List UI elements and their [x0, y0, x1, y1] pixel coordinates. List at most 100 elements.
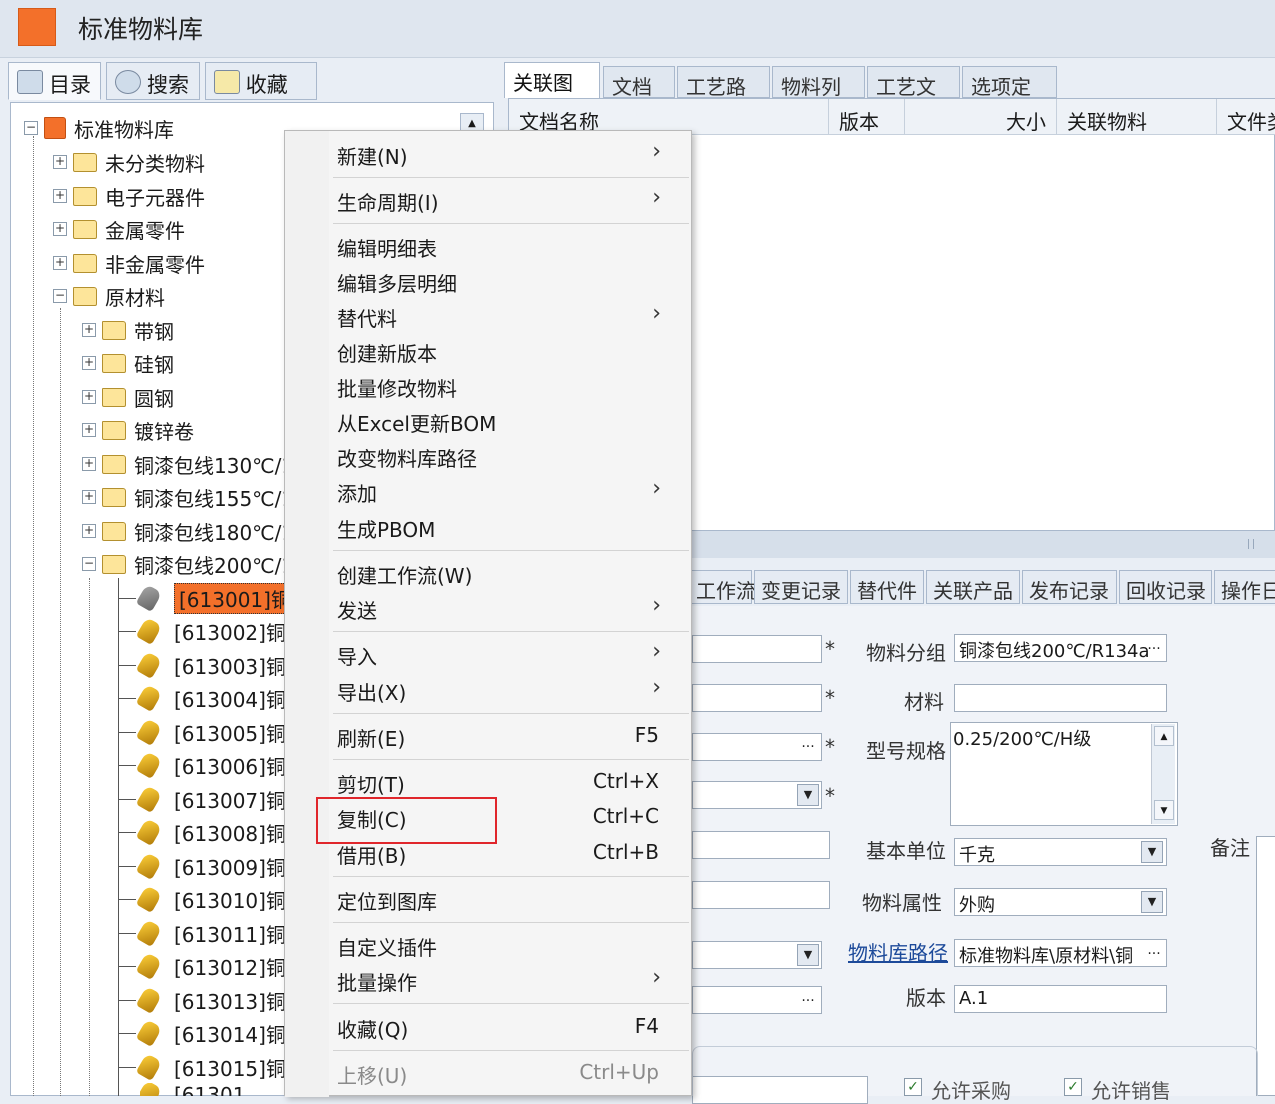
menu-item-locate[interactable]: 定位到图库 — [333, 882, 673, 916]
expand-icon[interactable]: + — [82, 356, 96, 370]
tab-option-definition[interactable]: 选项定义 — [962, 66, 1057, 128]
tab-material-list[interactable]: 物料列表 — [772, 66, 865, 128]
library-path-field[interactable]: 标准物料库\原材料\铜 — [954, 939, 1167, 967]
tree-item[interactable]: [613011]铜漆 — [135, 918, 306, 948]
code-field[interactable] — [692, 635, 822, 663]
tree-item[interactable]: [613008]铜漆 — [135, 817, 306, 847]
expand-icon[interactable]: + — [82, 457, 96, 471]
tree-node-galvanized-coil[interactable]: + 镀锌卷 — [82, 415, 194, 445]
menu-item-change-path[interactable]: 改变物料库路径 — [333, 439, 673, 473]
tree-item[interactable]: [613013]铜漆 — [135, 985, 306, 1015]
menu-item-edit-bom[interactable]: 编辑明细表 — [333, 229, 673, 263]
tree-node-nonmetal-parts[interactable]: + 非金属零件 — [53, 248, 205, 278]
library-path-link[interactable]: 物料库路径 — [848, 937, 948, 966]
name-field[interactable] — [692, 684, 822, 712]
tree-node-enameled-wire-200[interactable]: − 铜漆包线200℃/1 — [82, 549, 294, 579]
tab-favorites[interactable]: 收藏夹 — [205, 62, 317, 127]
expand-icon[interactable]: + — [82, 423, 96, 437]
tree-node-metal-parts[interactable]: + 金属零件 — [53, 214, 185, 244]
tab-process-route[interactable]: 工艺路线 — [677, 66, 770, 128]
expand-icon[interactable]: + — [53, 256, 67, 270]
browse-button[interactable]: ... — [1143, 638, 1165, 660]
menu-item-new[interactable]: 新建(N) › — [333, 137, 673, 171]
chevron-down-icon[interactable]: ▼ — [1141, 891, 1163, 913]
browse-button[interactable]: ... — [1143, 943, 1165, 965]
panel-splitter[interactable] — [690, 530, 1275, 558]
tree-node-enameled-wire-180[interactable]: + 铜漆包线180℃/1 — [82, 516, 294, 546]
tree-node-raw-materials[interactable]: − 原材料 — [53, 281, 165, 311]
tab-process-docs[interactable]: 工艺文档 — [867, 66, 960, 128]
browse-button[interactable]: ... — [797, 990, 819, 1012]
chevron-down-icon[interactable]: ▼ — [797, 944, 819, 966]
tab-workflow[interactable]: 工作流 — [690, 570, 756, 604]
menu-item-batch-operation[interactable]: 批量操作 › — [333, 963, 673, 997]
collapse-icon[interactable]: − — [82, 557, 96, 571]
menu-item-edit-multi-bom[interactable]: 编辑多层明细 — [333, 264, 673, 298]
browse-button[interactable]: ... — [797, 736, 819, 758]
menu-item-cut[interactable]: 剪切(T) Ctrl+X — [333, 765, 673, 799]
tree-node-silicon-steel[interactable]: + 硅钢 — [82, 348, 174, 378]
tree-node-uncategorized[interactable]: + 未分类物料 — [53, 147, 205, 177]
tree-item[interactable]: [613002]铜漆 — [135, 616, 306, 646]
menu-item-add[interactable]: 添加 › — [333, 474, 673, 508]
tab-operation-log[interactable]: 操作日 — [1214, 570, 1275, 604]
expand-icon[interactable]: + — [53, 155, 67, 169]
menu-item-custom-plugin[interactable]: 自定义插件 — [333, 928, 673, 962]
menu-item-lifecycle[interactable]: 生命周期(I) › — [333, 183, 673, 217]
tree-node-enameled-wire-130[interactable]: + 铜漆包线130℃/1 — [82, 449, 294, 479]
collapse-icon[interactable]: − — [53, 289, 67, 303]
column-header-version[interactable]: 版本 — [829, 99, 905, 135]
material-group-field[interactable]: 铜漆包线200℃/R134a — [954, 634, 1167, 662]
weight-field[interactable] — [692, 881, 830, 909]
tab-linked-drawings[interactable]: 关联图纸 — [504, 62, 600, 124]
column-header-linked-material[interactable]: 关联物料 — [1057, 99, 1217, 135]
material-field[interactable] — [954, 684, 1167, 712]
menu-item-export[interactable]: 导出(X) › — [333, 673, 673, 707]
menu-item-batch-modify[interactable]: 批量修改物料 — [333, 369, 673, 403]
spec-textarea[interactable]: 0.25/200℃/H级 — [950, 722, 1178, 826]
column-header-size[interactable]: 大小 — [905, 99, 1057, 135]
expand-icon[interactable]: + — [53, 222, 67, 236]
tree-root[interactable]: − 标准物料库 — [24, 113, 174, 143]
expand-icon[interactable]: + — [82, 323, 96, 337]
menu-item-create-version[interactable]: 创建新版本 — [333, 334, 673, 368]
tree-item[interactable]: [613009]铜漆 — [135, 851, 306, 881]
tab-search[interactable]: 搜索 — [106, 62, 200, 100]
menu-item-import[interactable]: 导入 › — [333, 637, 673, 671]
tree-item[interactable]: [61301 — [140, 1083, 245, 1096]
menu-item-generate-pbom[interactable]: 生成PBOM — [333, 510, 673, 544]
menu-item-substitute[interactable]: 替代料 › — [333, 299, 673, 333]
tree-item[interactable]: [613003]铜漆 — [135, 650, 306, 680]
remark-textarea[interactable] — [1256, 836, 1275, 1096]
allow-sale-checkbox[interactable]: ✓ — [1064, 1078, 1082, 1096]
tree-item[interactable]: [613015]铜漆 — [135, 1052, 306, 1082]
tree-item[interactable]: [613004]铜漆 — [135, 683, 306, 713]
collapse-icon[interactable]: − — [24, 121, 38, 135]
expand-icon[interactable]: + — [82, 490, 96, 504]
unit-select[interactable]: 千克 — [954, 838, 1167, 866]
chevron-down-icon[interactable]: ▼ — [1141, 841, 1163, 863]
attribute-select[interactable]: 外购 — [954, 888, 1167, 916]
tree-node-strip-steel[interactable]: + 带钢 — [82, 315, 174, 345]
drawing-number-field[interactable] — [692, 831, 830, 859]
allow-purchase-checkbox[interactable]: ✓ — [904, 1078, 922, 1096]
column-header-file-type[interactable]: 文件类 — [1217, 99, 1275, 135]
tree-node-electronics[interactable]: + 电子元器件 — [53, 181, 205, 211]
tree-item[interactable]: [613014]铜漆 — [135, 1018, 306, 1048]
tree-node-enameled-wire-155[interactable]: + 铜漆包线155℃/1 — [82, 482, 294, 512]
tab-catalog[interactable]: 目录 — [8, 62, 101, 100]
tab-documents[interactable]: 文档 — [603, 66, 675, 99]
scroll-up-icon[interactable]: ▲ — [1154, 726, 1174, 746]
spec-scrollbar[interactable]: ▲ ▼ — [1151, 724, 1175, 824]
tree-item[interactable]: [613012]铜漆 — [135, 951, 306, 981]
tree-item[interactable]: [613005]铜漆 — [135, 717, 306, 747]
tab-recycle-records[interactable]: 回收记录 — [1119, 570, 1212, 604]
chevron-down-icon[interactable]: ▼ — [797, 784, 819, 806]
menu-item-create-workflow[interactable]: 创建工作流(W) — [333, 556, 673, 590]
menu-item-update-bom-excel[interactable]: 从Excel更新BOM — [333, 404, 673, 438]
menu-item-send[interactable]: 发送 › — [333, 591, 673, 625]
tab-linked-products[interactable]: 关联产品 — [926, 570, 1020, 604]
expand-icon[interactable]: + — [82, 390, 96, 404]
tree-node-round-steel[interactable]: + 圆钢 — [82, 382, 174, 412]
tab-substitutes[interactable]: 替代件 — [850, 570, 924, 604]
